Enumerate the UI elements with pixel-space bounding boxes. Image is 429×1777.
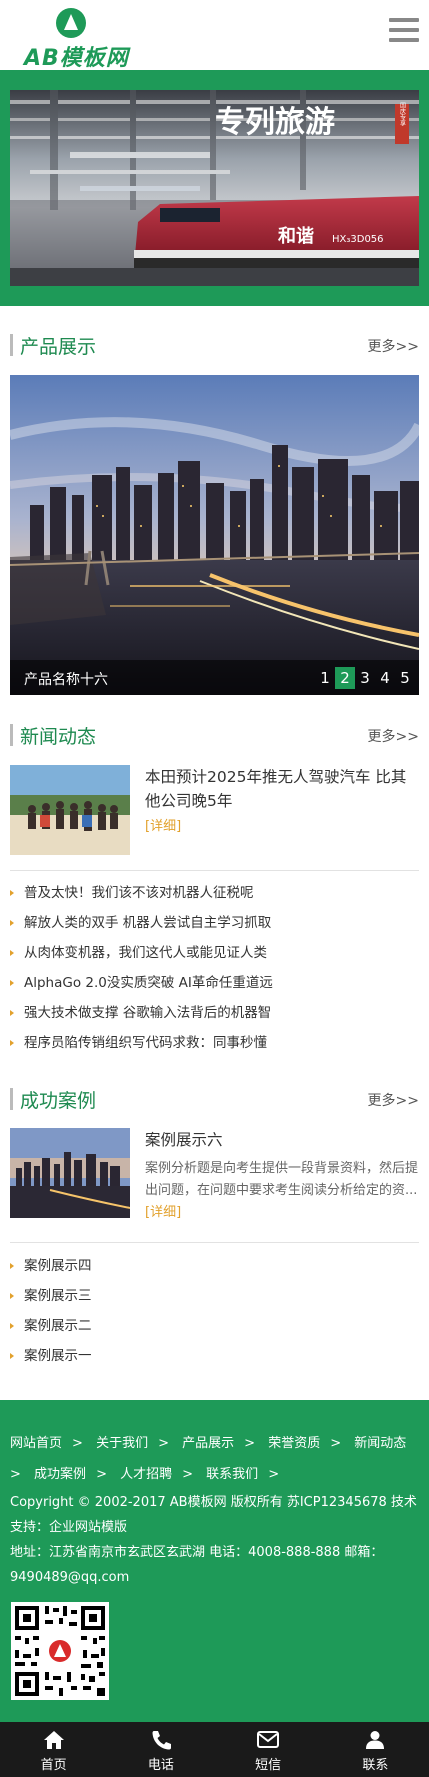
case-list-item[interactable]: 案例展示二 bbox=[10, 1311, 419, 1341]
news-list-item[interactable]: 强大技术做支撑 谷歌输入法背后的机器智 bbox=[10, 998, 419, 1028]
news-feature-title-block: 本田预计2025年推无人驾驶汽车 比其他公司晚5年 [详细] bbox=[145, 765, 419, 839]
tab-phone-label: 电话 bbox=[147, 1758, 174, 1773]
site-logo[interactable]: AB模板网 bbox=[24, 8, 134, 71]
slide-caption: 产品名称十六 1 2 3 4 5 bbox=[10, 660, 419, 695]
news-title: 新闻动态 bbox=[20, 726, 97, 748]
bullet-icon bbox=[10, 1010, 14, 1016]
case-feature-desc-block: 案例分析题是向考生提供一段背景资料，然后提出问题，在问题中要求考生阅读分析给定的… bbox=[145, 1158, 419, 1224]
banner-section: 和谐 HX₃3D056 专列旅游 国庆专享 bbox=[0, 70, 429, 306]
news-list-item[interactable]: 从肉体变机器，我们这代人或能见证人类 bbox=[10, 938, 419, 968]
bullet-icon bbox=[10, 1293, 14, 1299]
qr-code bbox=[11, 1602, 109, 1700]
case-list-item[interactable]: 案例展示四 bbox=[10, 1251, 419, 1281]
products-heading: 产品展示 更多>> bbox=[10, 330, 419, 360]
footer-link-honors[interactable]: 荣誉资质 bbox=[268, 1436, 320, 1451]
slide-page-2[interactable]: 2 bbox=[335, 667, 355, 689]
tab-sms-label: 短信 bbox=[255, 1758, 282, 1773]
news-list-item[interactable]: 解放人类的双手 机器人尝试自主学习抓取 bbox=[10, 908, 419, 938]
logo-mark-icon bbox=[56, 8, 86, 38]
case-feature-desc: 案例分析题是向考生提供一段背景资料，然后提出问题，在问题中要求考生阅读分析给定的… bbox=[145, 1161, 419, 1198]
menu-icon[interactable] bbox=[389, 18, 419, 44]
product-slider[interactable]: 产品名称十六 1 2 3 4 5 bbox=[10, 375, 419, 695]
news-heading: 新闻动态 更多>> bbox=[10, 720, 419, 750]
tab-home[interactable]: 首页 bbox=[0, 1722, 107, 1777]
footer-link-contact[interactable]: 联系我们 bbox=[206, 1467, 258, 1482]
site-header: AB模板网 bbox=[0, 0, 429, 71]
tab-home-label: 首页 bbox=[40, 1758, 67, 1773]
user-icon bbox=[366, 1731, 385, 1749]
case-feature-detail-link[interactable]: [详细] bbox=[145, 1205, 181, 1220]
slide-caption-text: 产品名称十六 bbox=[24, 672, 108, 688]
news-feature-detail-link[interactable]: [详细] bbox=[145, 819, 181, 834]
logo-text: AB模板网 bbox=[24, 46, 129, 71]
bullet-icon bbox=[10, 1323, 14, 1329]
mail-icon bbox=[257, 1731, 280, 1748]
news-feature[interactable]: 本田预计2025年推无人驾驶汽车 比其他公司晚5年 [详细] bbox=[10, 765, 419, 860]
tab-phone[interactable]: 电话 bbox=[107, 1722, 214, 1777]
slide-page-3[interactable]: 3 bbox=[355, 667, 375, 689]
news-feature-title[interactable]: 本田预计2025年推无人驾驶汽车 比其他公司晚5年 bbox=[145, 768, 406, 810]
case-feature-image[interactable] bbox=[10, 1128, 130, 1218]
divider bbox=[10, 870, 419, 871]
footer-link-about[interactable]: 关于我们 bbox=[96, 1436, 148, 1451]
bullet-icon bbox=[10, 1353, 14, 1359]
news-feature-image[interactable] bbox=[10, 765, 130, 855]
news-more-link[interactable]: 更多>> bbox=[368, 726, 419, 746]
news-list-item[interactable]: AlphaGo 2.0没实质突破 AI革命任重道远 bbox=[10, 968, 419, 998]
cases-list: 案例展示四 案例展示三 案例展示二 案例展示一 bbox=[10, 1251, 419, 1371]
products-more-link[interactable]: 更多>> bbox=[368, 336, 419, 356]
divider bbox=[10, 1242, 419, 1243]
bullet-icon bbox=[10, 950, 14, 956]
slide-page-5[interactable]: 5 bbox=[395, 667, 415, 689]
slide-page-1[interactable]: 1 bbox=[315, 667, 335, 689]
site-footer: 网站首页 > 关于我们 > 产品展示 > 荣誉资质 > 新闻动态 > 成功案例 > 人才招… bbox=[0, 1400, 429, 1722]
case-feature-title[interactable]: 案例展示六 bbox=[145, 1128, 419, 1152]
bullet-icon bbox=[10, 980, 14, 986]
news-list-item[interactable]: 程序员陷传销组织写代码求救：同事秒懂 bbox=[10, 1028, 419, 1058]
footer-copyright: Copyright © 2002-2017 AB模板网 版权所有 苏ICP123… bbox=[10, 1495, 417, 1535]
case-list-item[interactable]: 案例展示一 bbox=[10, 1341, 419, 1371]
train-code: HX₃3D056 bbox=[332, 234, 384, 245]
bottom-tabbar: 首页 电话 短信 联系 bbox=[0, 1722, 429, 1777]
home-icon bbox=[43, 1731, 64, 1749]
tab-sms[interactable]: 短信 bbox=[215, 1722, 322, 1777]
bullet-icon bbox=[10, 920, 14, 926]
phone-icon bbox=[152, 1731, 171, 1750]
news-list: 普及太快！我们该不该对机器人征税呢 解放人类的双手 机器人尝试自主学习抓取 从肉… bbox=[10, 878, 419, 1058]
footer-link-products[interactable]: 产品展示 bbox=[182, 1436, 234, 1451]
products-title: 产品展示 bbox=[20, 336, 97, 358]
footer-link-cases[interactable]: 成功案例 bbox=[34, 1467, 86, 1482]
bullet-icon bbox=[10, 890, 14, 896]
footer-address: 地址：江苏省南京市玄武区玄武湖 电话：4008-888-888 邮箱：94904… bbox=[10, 1545, 384, 1585]
cases-heading: 成功案例 更多>> bbox=[10, 1084, 419, 1114]
footer-link-home[interactable]: 网站首页 bbox=[10, 1436, 62, 1451]
banner-image[interactable]: 和谐 HX₃3D056 专列旅游 国庆专享 bbox=[10, 90, 419, 286]
footer-link-news[interactable]: 新闻动态 bbox=[354, 1436, 406, 1451]
slide-pager: 1 2 3 4 5 bbox=[315, 667, 415, 689]
tab-contact-label: 联系 bbox=[362, 1758, 389, 1773]
banner-headline: 专列旅游 bbox=[215, 105, 335, 140]
footer-nav: 网站首页 > 关于我们 > 产品展示 > 荣誉资质 > 新闻动态 > 成功案例 > 人才招… bbox=[10, 1436, 407, 1482]
cases-title: 成功案例 bbox=[20, 1090, 97, 1112]
footer-link-jobs[interactable]: 人才招聘 bbox=[120, 1467, 172, 1482]
case-list-item[interactable]: 案例展示三 bbox=[10, 1281, 419, 1311]
train-text: 和谐 bbox=[278, 226, 314, 247]
bullet-icon bbox=[10, 1040, 14, 1046]
case-feature[interactable]: 案例展示六 案例分析题是向考生提供一段背景资料，然后提出问题，在问题中要求考生阅… bbox=[10, 1128, 419, 1228]
bullet-icon bbox=[10, 1263, 14, 1269]
cases-more-link[interactable]: 更多>> bbox=[368, 1090, 419, 1110]
banner-stamp: 国庆专享 bbox=[399, 102, 406, 126]
news-list-item[interactable]: 普及太快！我们该不该对机器人征税呢 bbox=[10, 878, 419, 908]
slide-page-4[interactable]: 4 bbox=[375, 667, 395, 689]
tab-contact[interactable]: 联系 bbox=[322, 1722, 429, 1777]
